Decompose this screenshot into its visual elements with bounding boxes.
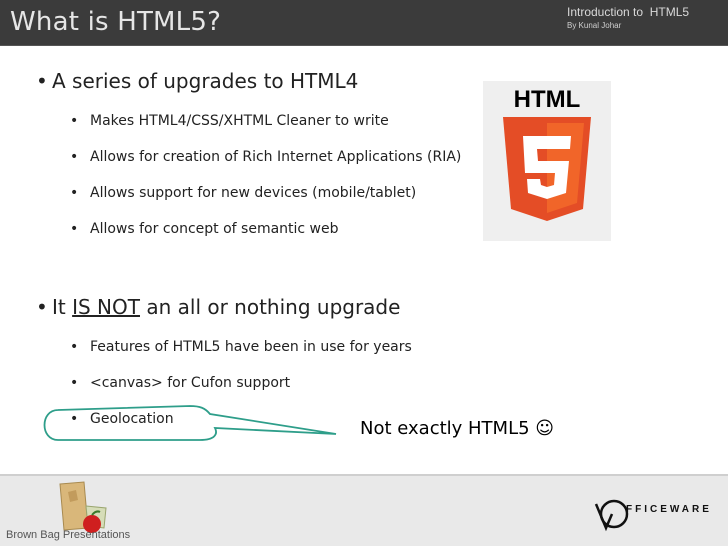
sub-bullet: • Allows support for new devices (mobile/… [70,185,416,201]
sub-bullet: • Geolocation [70,411,174,427]
sub-bullet: • Features of HTML5 have been in use for … [70,339,412,355]
logo-text: HTML [514,86,581,113]
heading-post: an all or nothing upgrade [139,295,401,319]
bullet-heading-1: • A series of upgrades to HTML4 [36,69,358,93]
bullet-glyph: • [70,221,79,237]
sub-bullet: • Allows for concept of semantic web [70,221,339,237]
slide-footer: Brown Bag Presentations FFICEWARE [0,474,728,546]
brand-text: FFICEWARE [626,504,712,515]
sub-bullet-text: Allows for creation of Rich Internet App… [90,149,462,165]
bullet-glyph: • [70,185,79,201]
author-label: By Kunal Johar [567,21,622,30]
bullet-heading-1-text: A series of upgrades to HTML4 [52,69,359,93]
footer-label: Brown Bag Presentations [6,529,131,541]
bullet-glyph: • [70,411,79,427]
officeware-logo: FFICEWARE [590,494,720,534]
course-title: Introduction to HTML5 [567,5,690,19]
html5-shield-icon: HTML [503,86,591,221]
sub-bullet: • Makes HTML4/CSS/XHTML Cleaner to write [70,113,389,129]
sub-bullet-text: Allows for concept of semantic web [90,221,339,237]
slide-header: What is HTML5? Introduction to HTML5 By … [0,0,728,46]
heading-pre: It [52,295,73,319]
slide-title: What is HTML5? [10,7,222,37]
brown-bag-icon [59,481,107,533]
officeware-mark-icon [594,499,629,532]
slide: What is HTML5? Introduction to HTML5 By … [0,0,728,546]
sub-bullet-text: Features of HTML5 have been in use for y… [90,339,412,355]
html5-logo: HTML [483,81,611,241]
heading-emphasis: IS NOT [72,295,140,319]
sub-bullet-text: <canvas> for Cufon support [90,375,291,391]
bullet-glyph: • [70,375,79,391]
callout-note: Not exactly HTML5 ☺ [360,418,555,439]
header-info: Introduction to HTML5 By Kunal Johar [567,5,689,30]
bullet-glyph: • [70,339,79,355]
bullet-glyph: • [36,69,48,93]
sub-bullet: • Allows for creation of Rich Internet Ap… [70,149,461,165]
bullet-heading-2: • It IS NOT an all or nothing upgrade [36,295,400,319]
bullet-glyph: • [70,149,79,165]
sub-bullet: • <canvas> for Cufon support [70,375,290,391]
sub-bullet-text: Geolocation [90,411,174,427]
sub-bullet-text: Makes HTML4/CSS/XHTML Cleaner to write [90,113,389,129]
bullet-glyph: • [70,113,79,129]
bullet-glyph: • [36,295,48,319]
sub-bullet-text: Allows support for new devices (mobile/t… [90,185,417,201]
